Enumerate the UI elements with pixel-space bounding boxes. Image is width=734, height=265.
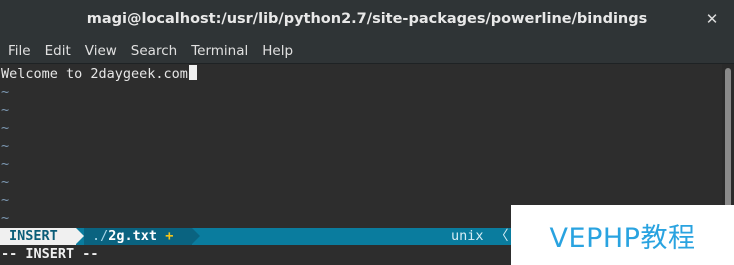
editor-line-text: Welcome to 2daygeek.com: [1, 66, 188, 82]
window-title: magi@localhost:/usr/lib/python2.7/site-p…: [86, 11, 648, 27]
menu-search[interactable]: Search: [124, 38, 184, 64]
menu-file[interactable]: File: [0, 38, 38, 64]
file-format: unix: [451, 228, 484, 244]
empty-line-marker: ~: [1, 210, 10, 226]
empty-line-marker: ~: [1, 174, 10, 190]
close-icon[interactable]: ✕: [702, 9, 722, 29]
empty-line-marker: ~: [1, 120, 10, 136]
empty-line-marker: ~: [1, 138, 10, 154]
mode-indicator: INSERT: [0, 228, 76, 245]
window-titlebar: magi@localhost:/usr/lib/python2.7/site-p…: [0, 0, 734, 38]
segment-separator: 〈: [495, 228, 509, 244]
file-directory: ./: [92, 228, 109, 244]
empty-line-marker: ~: [1, 192, 10, 208]
empty-line-marker: ~: [1, 84, 10, 100]
file-separator-arrow: [192, 228, 200, 244]
text-cursor: [188, 65, 197, 80]
menu-terminal[interactable]: Terminal: [184, 38, 255, 64]
modified-indicator: +: [165, 228, 174, 244]
menu-edit[interactable]: Edit: [38, 38, 78, 64]
empty-line-marker: ~: [1, 102, 10, 118]
scrollbar-thumb[interactable]: [725, 68, 731, 228]
file-name: 2g.txt: [108, 228, 158, 244]
editor-line-1: Welcome to 2daygeek.com: [1, 65, 197, 83]
menu-help[interactable]: Help: [255, 38, 300, 64]
mode-separator-arrow: [76, 228, 84, 244]
watermark-logo: VEPHP教程: [511, 205, 734, 265]
menu-bar: File Edit View Search Terminal Help: [0, 38, 734, 64]
file-segment: ./2g.txt +: [84, 228, 192, 245]
empty-line-marker: ~: [1, 156, 10, 172]
menu-view[interactable]: View: [78, 38, 124, 64]
